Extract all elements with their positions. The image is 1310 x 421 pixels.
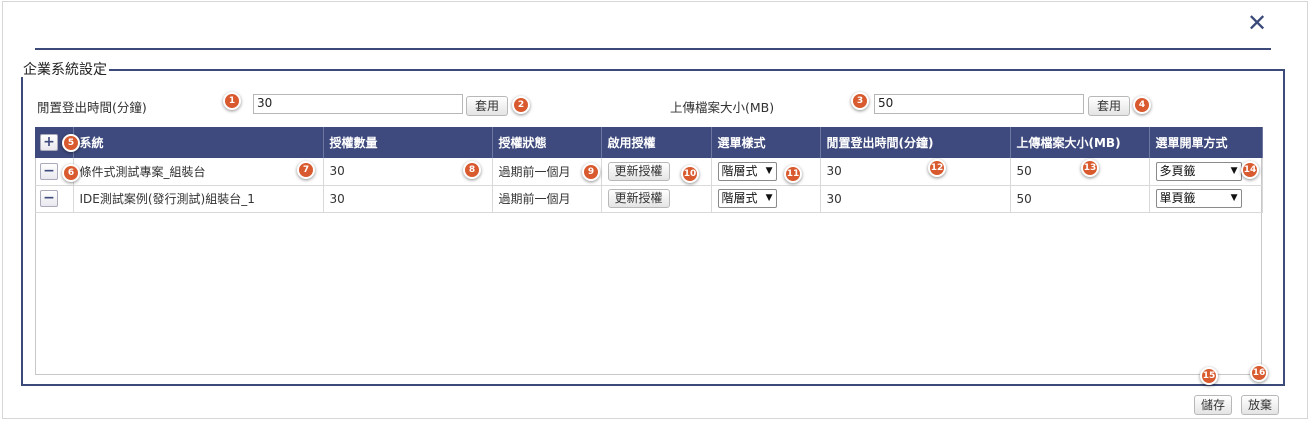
- annotation-badge: 9: [582, 163, 600, 181]
- chevron-down-icon: ▼: [765, 165, 773, 176]
- annotation-badge: 1: [223, 92, 241, 110]
- col-header-license-count: 授權數量: [323, 127, 493, 158]
- annotation-badge: 2: [512, 96, 530, 114]
- add-row-button[interactable]: +: [40, 134, 58, 151]
- col-header-system: 系統: [73, 127, 324, 158]
- chevron-down-icon: ▼: [1230, 193, 1238, 203]
- menu-style-select[interactable]: 階層式 ▼: [717, 161, 777, 181]
- upload-size-apply-button[interactable]: 套用: [1088, 96, 1131, 116]
- idle-logout-apply-button[interactable]: 套用: [466, 96, 509, 116]
- row-remove-cell: −: [35, 185, 74, 213]
- upload-size-cell: 50: [1010, 158, 1150, 186]
- annotation-badge: 5: [62, 134, 80, 152]
- update-license-button[interactable]: 更新授權: [607, 189, 670, 208]
- open-mode-value: 多頁籤: [1159, 163, 1196, 178]
- open-mode-cell: 單頁籤 ▼: [1149, 185, 1263, 213]
- chevron-down-icon: ▼: [1230, 165, 1238, 176]
- upload-size-cell: 50: [1010, 185, 1150, 213]
- annotation-badge: 4: [1133, 96, 1151, 114]
- table-row: − 條件式測試專案_組裝台 30 過期前一個月 更新授權 階層式 ▼ 30 50 …: [35, 158, 1263, 186]
- upload-size-label: 上傳檔案大小(MB): [670, 100, 775, 115]
- annotation-badge: 8: [463, 161, 481, 179]
- upload-size-input[interactable]: 50: [874, 94, 1084, 114]
- menu-style-select[interactable]: 階層式 ▼: [717, 189, 777, 208]
- remove-row-button[interactable]: −: [40, 190, 58, 207]
- save-button[interactable]: 儲存: [1194, 395, 1233, 415]
- annotation-badge: 3: [851, 92, 869, 110]
- menu-style-cell: 階層式 ▼: [711, 158, 821, 186]
- idle-minutes-cell: 30: [820, 185, 1011, 213]
- open-mode-select[interactable]: 單頁籤 ▼: [1155, 189, 1242, 208]
- annotation-badge: 6: [62, 164, 80, 182]
- activate-cell: 更新授權: [601, 185, 712, 213]
- close-icon[interactable]: ✕: [1245, 11, 1269, 36]
- system-name-cell: IDE測試案例(發行測試)組裝台_1: [73, 185, 324, 213]
- annotation-badge: 13: [1081, 159, 1099, 177]
- annotation-badge: 7: [297, 161, 315, 179]
- chevron-down-icon: ▼: [765, 193, 773, 203]
- idle-logout-input[interactable]: 30: [253, 94, 463, 114]
- update-license-button[interactable]: 更新授權: [607, 161, 670, 181]
- col-header-activate: 啟用授權: [601, 127, 712, 158]
- section-title: 企業系統設定: [23, 62, 107, 78]
- annotation-badge: 15: [1200, 367, 1218, 385]
- annotation-badge: 10: [681, 165, 699, 183]
- open-mode-value: 單頁籤: [1159, 191, 1196, 205]
- discard-button[interactable]: 放棄: [1241, 395, 1280, 415]
- license-status-cell: 過期前一個月: [492, 185, 602, 213]
- idle-minutes-cell: 30: [820, 158, 1011, 186]
- idle-logout-label: 閒置登出時間(分鐘): [37, 100, 147, 115]
- annotation-badge: 14: [1241, 161, 1259, 179]
- header-divider: [35, 48, 1271, 50]
- open-mode-select[interactable]: 多頁籤 ▼: [1155, 161, 1242, 181]
- col-header-menu-style: 選單樣式: [711, 127, 821, 158]
- menu-style-value: 階層式: [721, 163, 758, 178]
- menu-style-cell: 階層式 ▼: [711, 185, 821, 213]
- system-grid: + 系統 授權數量 授權狀態 啟用授權 選單樣式 閒置登出時間(分鐘) 上傳檔案…: [35, 127, 1263, 213]
- col-header-idle-minutes: 閒置登出時間(分鐘): [820, 127, 1011, 158]
- license-count-cell: 30: [323, 185, 493, 213]
- remove-row-button[interactable]: −: [40, 162, 58, 180]
- annotation-badge: 11: [784, 165, 802, 183]
- menu-style-value: 階層式: [721, 191, 758, 205]
- col-header-license-status: 授權狀態: [492, 127, 602, 158]
- annotation-badge: 16: [1250, 364, 1268, 382]
- annotation-badge: 12: [928, 159, 946, 177]
- system-name-cell: 條件式測試專案_組裝台: [73, 158, 324, 186]
- col-header-open-mode: 選單開單方式: [1149, 127, 1263, 158]
- table-row: − IDE測試案例(發行測試)組裝台_1 30 過期前一個月 更新授權 階層式 ▼…: [35, 185, 1263, 213]
- col-header-upload-size: 上傳檔案大小(MB): [1010, 127, 1150, 158]
